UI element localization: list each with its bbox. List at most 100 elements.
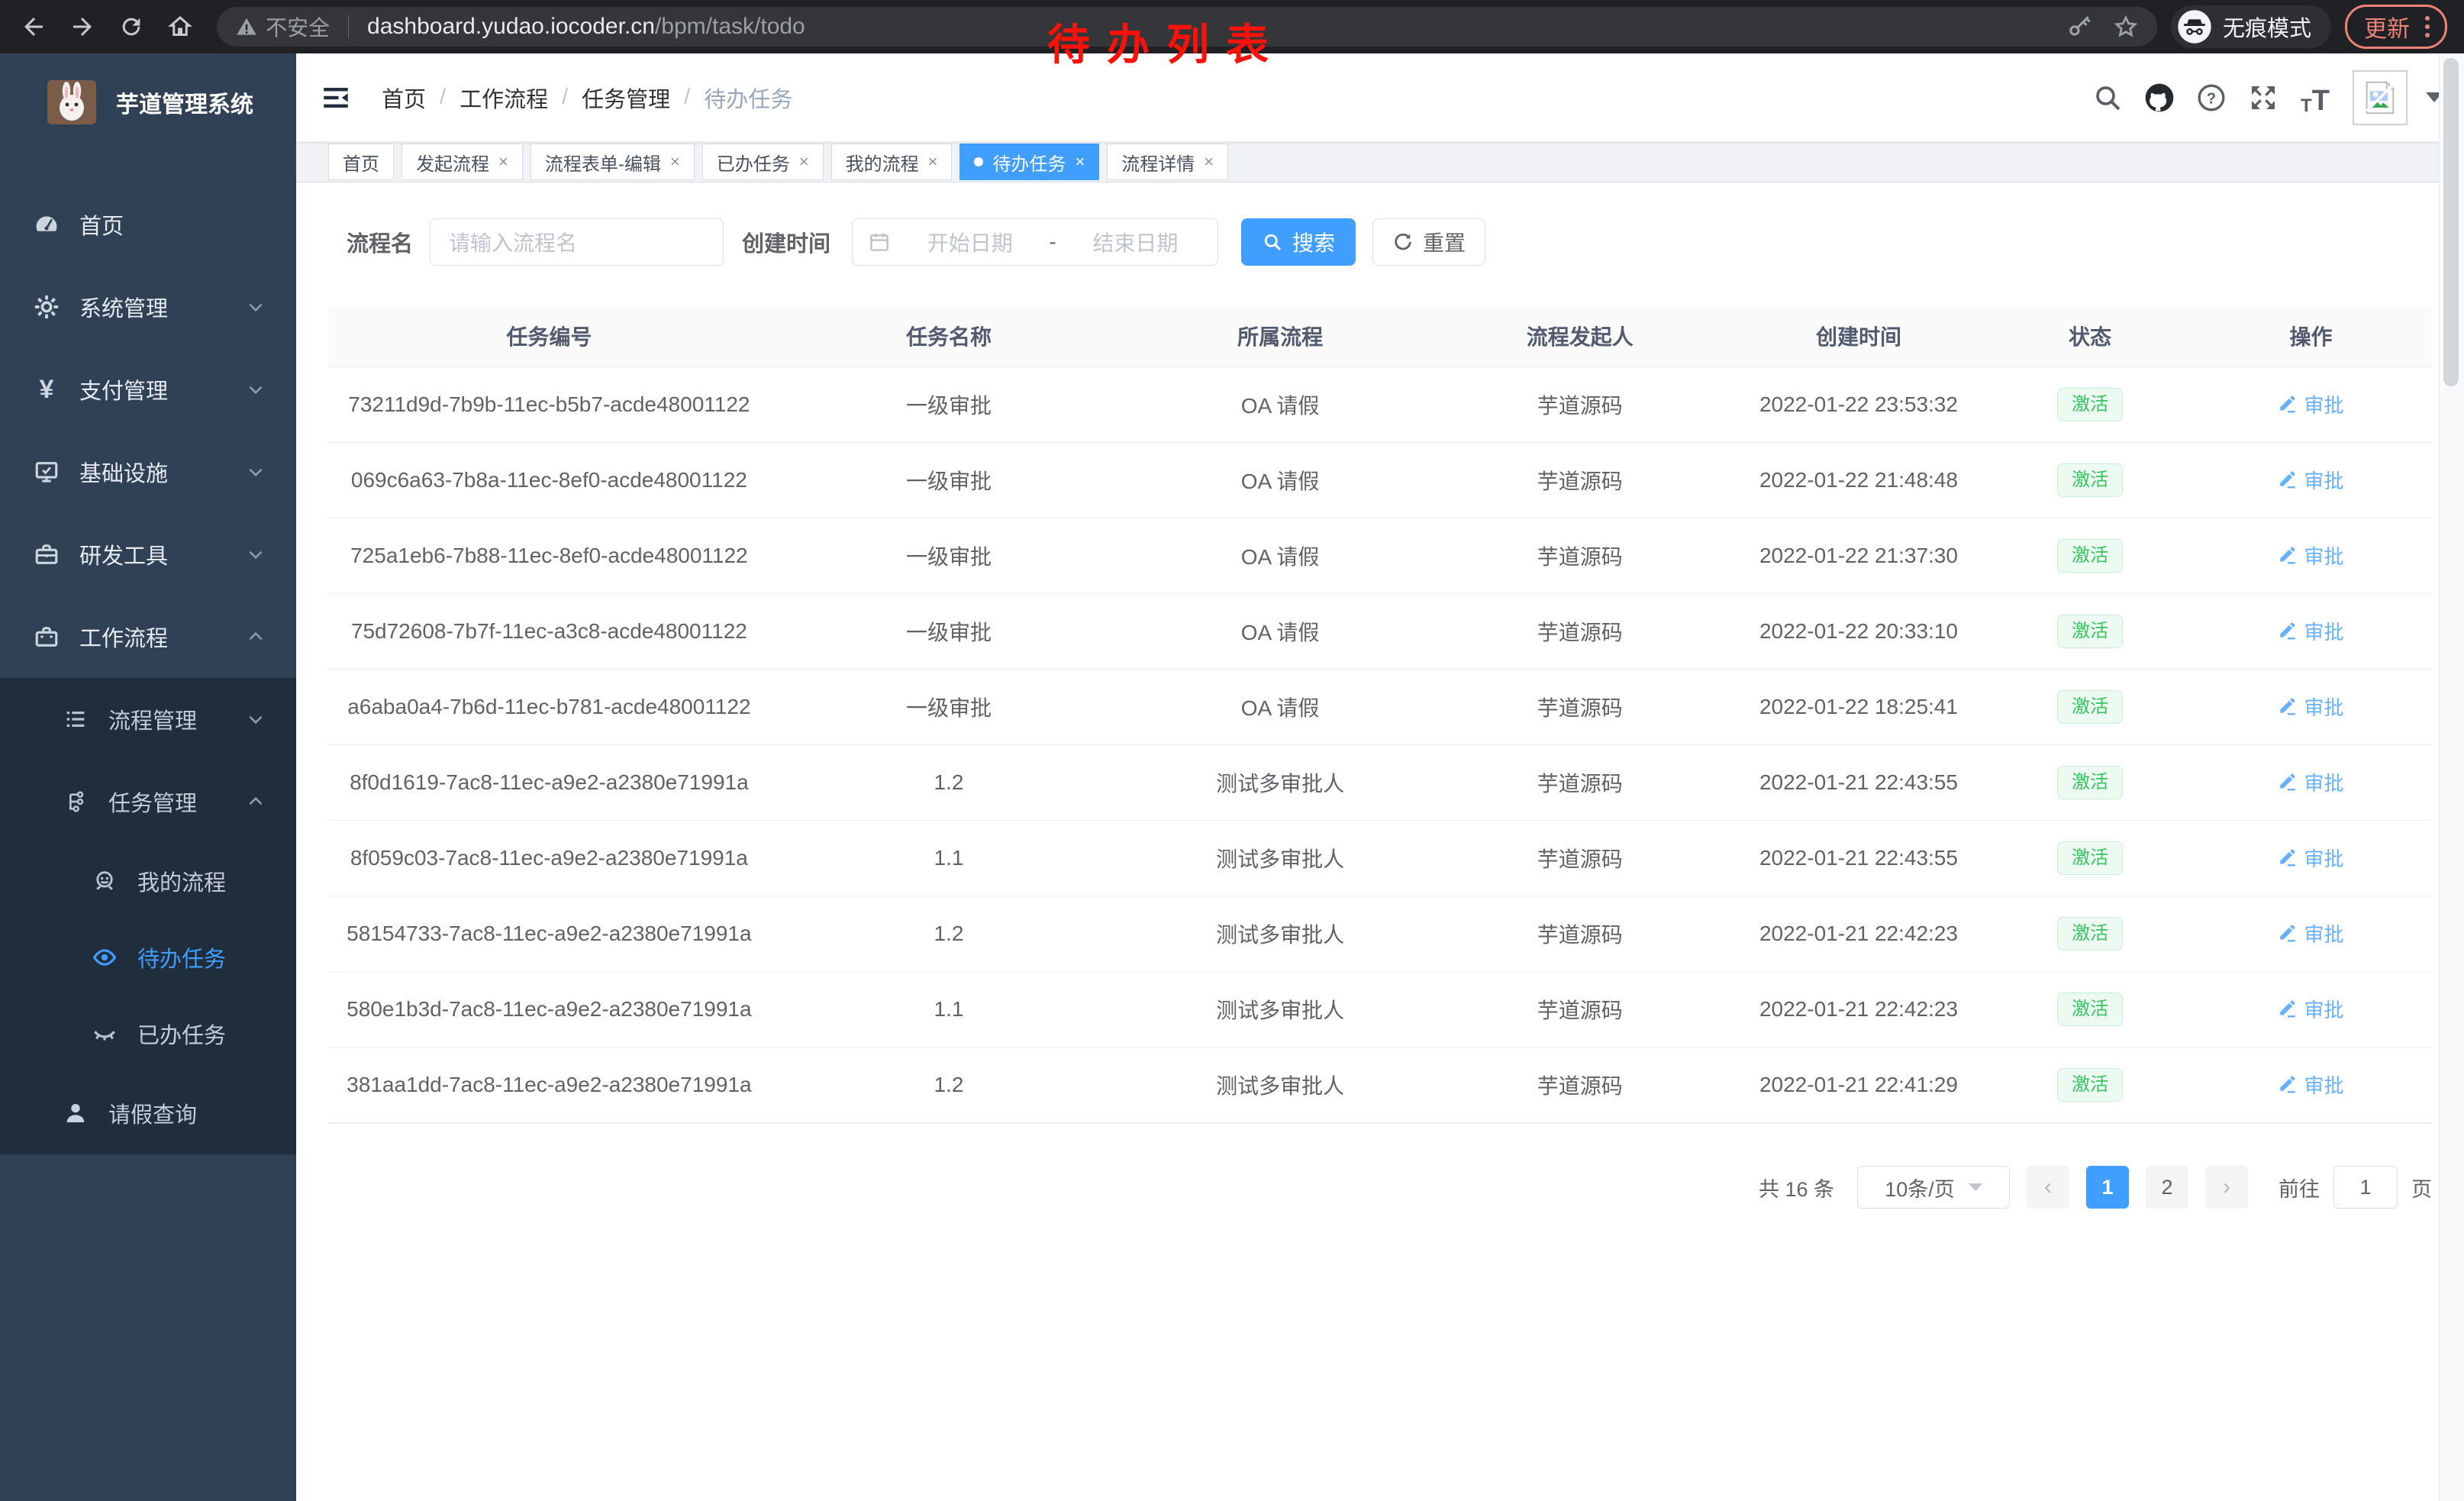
prev-page-button[interactable]: ‹ (2027, 1166, 2069, 1209)
sidebar-item-payment[interactable]: ¥ 支付管理 (0, 348, 296, 431)
cell-task-id: 75d72608-7b7f-11ec-a3c8-acde48001122 (328, 619, 770, 644)
page-size-select[interactable]: 10条/页 (1857, 1166, 2010, 1209)
approve-link[interactable]: 审批 (2278, 541, 2343, 570)
goto-page-input[interactable] (2333, 1166, 2398, 1209)
end-date-placeholder: 结束日期 (1069, 227, 1202, 257)
search-button[interactable]: 搜索 (1241, 218, 1356, 266)
cell-created: 2022-01-21 22:42:23 (1727, 997, 1991, 1022)
approve-link[interactable]: 审批 (2278, 768, 2343, 796)
browser-update-button[interactable]: 更新 (2345, 5, 2447, 49)
sidebar-item-task-management[interactable]: 任务管理 (0, 760, 296, 843)
browser-reload-button[interactable] (114, 10, 148, 44)
close-icon[interactable]: × (928, 152, 938, 172)
sidebar-item-leave-query[interactable]: 请假查询 (0, 1072, 296, 1154)
col-task-id: 任务编号 (328, 321, 770, 351)
approve-link[interactable]: 审批 (2278, 995, 2343, 1023)
reset-button[interactable]: 重置 (1372, 218, 1485, 266)
tab-my-process[interactable]: 我的流程× (831, 144, 953, 180)
chevron-down-icon (1969, 1183, 1982, 1191)
process-name-input[interactable]: 请输入流程名 (430, 218, 724, 266)
scrollbar-thumb[interactable] (2443, 58, 2459, 386)
page-button-2[interactable]: 2 (2146, 1166, 2188, 1209)
breadcrumb-workflow[interactable]: 工作流程 (460, 82, 548, 114)
next-page-button[interactable]: › (2205, 1166, 2248, 1209)
date-range-picker[interactable]: 开始日期 - 结束日期 (852, 218, 1218, 266)
page-button-1[interactable]: 1 (2086, 1166, 2129, 1209)
user-icon (63, 1100, 89, 1126)
sidebar-item-done-tasks[interactable]: 已办任务 (0, 996, 296, 1072)
sidebar-item-workflow[interactable]: 工作流程 (0, 596, 296, 678)
password-manager-button[interactable] (2067, 14, 2093, 40)
tags-view-bar: 首页 发起流程× 流程表单-编辑× 已办任务× 我的流程× 待办任务× 流程详情… (296, 142, 2464, 182)
sidebar-collapse-button[interactable] (319, 81, 353, 115)
cell-process: 测试多审批人 (1127, 1070, 1433, 1100)
browser-back-button[interactable] (17, 10, 50, 44)
approve-link[interactable]: 审批 (2278, 390, 2343, 418)
tab-home[interactable]: 首页 (328, 144, 394, 180)
approve-link[interactable]: 审批 (2278, 1070, 2343, 1099)
sidebar-logo[interactable]: 芋道管理系统 (0, 53, 296, 140)
header-search-button[interactable] (2090, 80, 2125, 115)
tab-start-process[interactable]: 发起流程× (402, 144, 523, 180)
edit-icon (2278, 1074, 2298, 1094)
close-icon[interactable]: × (799, 152, 809, 172)
avatar[interactable] (2353, 70, 2408, 125)
browser-menu-icon[interactable] (2420, 16, 2434, 37)
table-row: 069c6a63-7b8a-11ec-8ef0-acde48001122 一级审… (328, 443, 2432, 518)
approve-label: 审批 (2304, 995, 2343, 1023)
close-icon[interactable]: × (1075, 152, 1085, 172)
tab-process-form-edit[interactable]: 流程表单-编辑× (531, 144, 695, 180)
close-icon[interactable]: × (1204, 152, 1214, 172)
star-icon (2113, 14, 2139, 40)
eye-icon (92, 944, 118, 970)
bookmark-button[interactable] (2113, 14, 2139, 40)
breadcrumb-home[interactable]: 首页 (382, 82, 426, 114)
sidebar-item-label: 任务管理 (108, 786, 246, 818)
sidebar-item-system[interactable]: 系统管理 (0, 266, 296, 348)
fullscreen-button[interactable] (2246, 80, 2281, 115)
approve-label: 审批 (2304, 617, 2343, 645)
approve-link[interactable]: 审批 (2278, 617, 2343, 645)
github-link[interactable] (2142, 80, 2177, 115)
sidebar-item-my-process[interactable]: 我的流程 (0, 843, 296, 919)
tab-done-tasks[interactable]: 已办任务× (702, 144, 824, 180)
approve-link[interactable]: 审批 (2278, 466, 2343, 494)
sidebar-item-todo-tasks[interactable]: 待办任务 (0, 919, 296, 996)
sidebar-item-home[interactable]: 首页 (0, 183, 296, 266)
page-scrollbar[interactable] (2439, 53, 2464, 1501)
status-badge: 激活 (2057, 841, 2123, 876)
security-warning[interactable]: 不安全 (235, 11, 330, 42)
robot-face-icon (92, 868, 118, 894)
font-size-button[interactable]: TT (2298, 80, 2333, 115)
breadcrumb-task-management[interactable]: 任务管理 (582, 82, 670, 114)
reload-icon (118, 14, 144, 40)
sidebar-item-infrastructure[interactable]: 基础设施 (0, 431, 296, 513)
cell-created: 2022-01-21 22:41:29 (1727, 1073, 1991, 1097)
cell-task-name: 1.2 (770, 1073, 1128, 1097)
cell-starter: 芋道源码 (1433, 616, 1727, 647)
sidebar: 芋道管理系统 首页 系统管理 ¥ (0, 53, 296, 1501)
browser-home-button[interactable] (163, 10, 197, 44)
help-button[interactable]: ? (2194, 80, 2229, 115)
tab-todo-tasks[interactable]: 待办任务× (959, 144, 1099, 180)
cell-process: 测试多审批人 (1127, 843, 1433, 873)
sidebar-item-process-management[interactable]: 流程管理 (0, 678, 296, 760)
cell-task-id: a6aba0a4-7b6d-11ec-b781-acde48001122 (328, 695, 770, 719)
top-navbar: 首页 / 工作流程 / 任务管理 / 待办任务 ? (296, 53, 2464, 142)
sidebar-item-devtools[interactable]: 研发工具 (0, 513, 296, 596)
omnibox-divider (348, 15, 349, 38)
incognito-badge: 无痕模式 (2171, 5, 2331, 48)
browser-forward-button[interactable] (66, 10, 99, 44)
approve-link[interactable]: 审批 (2278, 844, 2343, 872)
sidebar-item-label: 已办任务 (137, 1018, 296, 1050)
approve-label: 审批 (2304, 1070, 2343, 1099)
tab-process-detail[interactable]: 流程详情× (1107, 144, 1228, 180)
close-icon[interactable]: × (498, 152, 508, 172)
chevron-up-icon (246, 792, 266, 812)
approve-link[interactable]: 审批 (2278, 919, 2343, 947)
url-text: dashboard.yudao.iocoder.cn/bpm/task/todo (367, 14, 805, 40)
task-table: 任务编号 任务名称 所属流程 流程发起人 创建时间 状态 操作 73211d9d… (328, 305, 2432, 1124)
close-icon[interactable]: × (670, 152, 680, 172)
approve-link[interactable]: 审批 (2278, 692, 2343, 721)
cell-task-id: 069c6a63-7b8a-11ec-8ef0-acde48001122 (328, 468, 770, 492)
